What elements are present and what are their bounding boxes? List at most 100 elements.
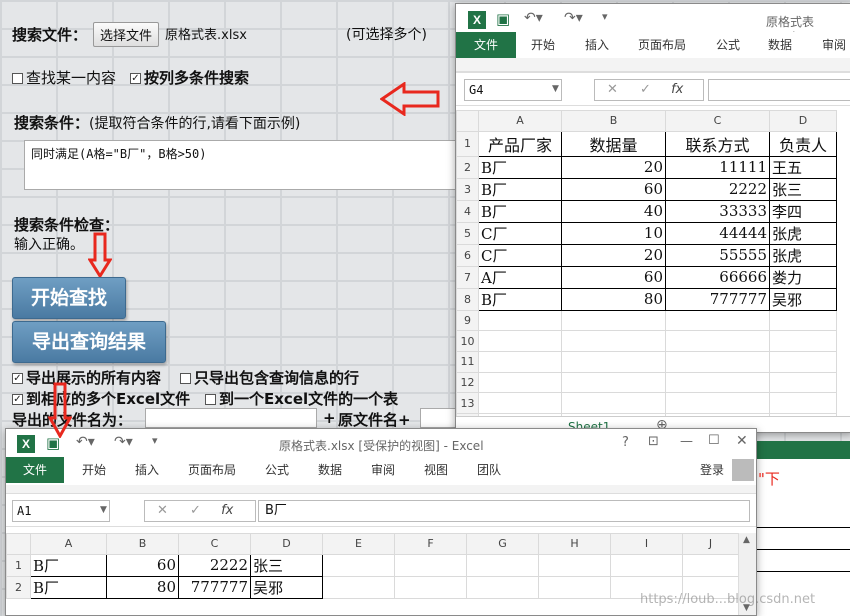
cell[interactable]: A厂	[478, 265, 562, 289]
cell[interactable]	[322, 575, 395, 599]
orig-name-input[interactable]	[420, 408, 460, 428]
cell[interactable]: B厂	[30, 575, 107, 599]
cell[interactable]	[561, 309, 666, 332]
cell[interactable]	[665, 309, 770, 332]
column-header[interactable]: E	[322, 533, 395, 555]
excel2-name-box[interactable]: A1	[12, 500, 110, 522]
help-button[interactable]: ?	[622, 435, 629, 450]
find-content-checkbox[interactable]	[12, 73, 23, 84]
excel1-tab-review[interactable]: 审阅	[822, 36, 846, 53]
multi-condition-checkbox[interactable]: ✓	[130, 73, 141, 84]
cell[interactable]: 王五	[769, 155, 837, 179]
maximize-icon[interactable]: ☐	[708, 433, 720, 448]
cell[interactable]: 60	[106, 553, 179, 577]
excel2-tab-review[interactable]: 审阅	[371, 461, 395, 478]
cell[interactable]	[561, 371, 666, 394]
excel1-tab-data[interactable]: 数据	[768, 36, 792, 53]
cell[interactable]	[561, 351, 666, 373]
cell[interactable]	[478, 330, 562, 353]
cell[interactable]	[665, 351, 770, 373]
cell[interactable]: 张虎	[769, 221, 837, 245]
start-search-button[interactable]: 开始查找	[12, 277, 126, 319]
row-header[interactable]: 12	[456, 371, 479, 394]
column-header[interactable]: H	[538, 533, 611, 555]
undo-icon[interactable]: ↶▾	[76, 434, 95, 450]
excel2-tab-insert[interactable]: 插入	[135, 461, 159, 478]
export-results-button[interactable]: 导出查询结果	[12, 321, 166, 363]
cell[interactable]: 20	[561, 243, 666, 267]
row-header[interactable]: 9	[456, 309, 479, 332]
row-header[interactable]: 4	[456, 199, 479, 223]
column-header[interactable]: A	[30, 533, 107, 555]
minimize-icon[interactable]: —	[680, 434, 693, 449]
qat-menu-icon[interactable]: ▾	[602, 10, 608, 23]
column-header[interactable]: G	[466, 533, 539, 555]
cell[interactable]: 44444	[665, 221, 770, 245]
cell[interactable]: B厂	[478, 287, 562, 311]
export-name-input[interactable]	[145, 408, 317, 428]
excel2-tab-home[interactable]: 开始	[82, 461, 106, 478]
row-header[interactable]: 6	[456, 243, 479, 267]
cell[interactable]: 777777	[665, 287, 770, 311]
cell[interactable]	[561, 392, 666, 415]
row-header[interactable]: 8	[456, 287, 479, 311]
column-header[interactable]: B	[106, 533, 179, 555]
excel1-formula-input[interactable]	[708, 79, 850, 101]
cell[interactable]: 娄力	[769, 265, 837, 289]
row-header[interactable]: 13	[456, 392, 479, 415]
cell[interactable]: 数据量	[561, 130, 666, 157]
cell[interactable]: 60	[561, 177, 666, 201]
cell[interactable]	[561, 330, 666, 353]
row-header[interactable]: 2	[456, 155, 479, 179]
cancel-icon[interactable]: ✕	[607, 82, 618, 97]
avatar-icon[interactable]	[732, 459, 754, 481]
excel2-tab-formula[interactable]: 公式	[265, 461, 289, 478]
confirm-icon[interactable]: ✓	[190, 503, 201, 518]
excel1-tab-file[interactable]: 文件	[456, 32, 516, 58]
cell[interactable]: 66666	[665, 265, 770, 289]
export-all-option[interactable]: ✓ 导出展示的所有内容	[12, 367, 161, 388]
excel1-tab-insert[interactable]: 插入	[585, 36, 609, 53]
row-header[interactable]: 1	[6, 553, 31, 577]
cell[interactable]	[769, 330, 837, 353]
cell[interactable]	[769, 392, 837, 415]
excel1-tab-layout[interactable]: 页面布局	[638, 36, 686, 53]
cell[interactable]: 777777	[178, 575, 251, 599]
column-header[interactable]: A	[478, 110, 562, 132]
redo-icon[interactable]: ↷▾	[564, 10, 583, 26]
excel1-grid[interactable]: A B C D 1 产品厂家 数据量 联系方式 负责人 2 B厂 20 11111 王五 3 B厂 60 2222…	[456, 110, 837, 432]
cell[interactable]: 60	[561, 265, 666, 289]
qat-menu-icon[interactable]: ▾	[152, 434, 158, 447]
scroll-up-icon[interactable]: ▲	[743, 535, 750, 545]
save-icon[interactable]: ▣	[496, 10, 510, 28]
column-header[interactable]: D	[769, 110, 837, 132]
select-all-corner[interactable]	[6, 533, 31, 555]
column-header[interactable]: D	[250, 533, 323, 555]
cell[interactable]: 张三	[250, 553, 323, 577]
find-content-option[interactable]: 查找某一内容	[12, 67, 116, 88]
cell[interactable]	[478, 371, 562, 394]
cell[interactable]: B厂	[30, 553, 107, 577]
cell[interactable]: 张虎	[769, 243, 837, 267]
cell[interactable]	[394, 575, 467, 599]
cell[interactable]	[665, 330, 770, 353]
fx-icon[interactable]: fx	[671, 82, 683, 97]
excel2-tab-layout[interactable]: 页面布局	[188, 461, 236, 478]
cell[interactable]	[665, 371, 770, 394]
excel2-namebox-dropdown-icon[interactable]: ▼	[100, 505, 107, 515]
row-header[interactable]: 3	[456, 177, 479, 201]
one-file-option[interactable]: 到一个Excel文件的一个表	[205, 388, 398, 409]
excel2-tab-team[interactable]: 团队	[477, 461, 501, 478]
cell[interactable]	[466, 575, 539, 599]
cell[interactable]: C厂	[478, 221, 562, 245]
cell[interactable]	[538, 575, 611, 599]
cell[interactable]: 10	[561, 221, 666, 245]
row-header[interactable]: 10	[456, 330, 479, 353]
cell[interactable]	[610, 553, 683, 577]
one-file-checkbox[interactable]	[205, 394, 216, 405]
cell[interactable]	[682, 553, 739, 577]
cell[interactable]: 80	[106, 575, 179, 599]
cell[interactable]: 2222	[178, 553, 251, 577]
cell[interactable]: 33333	[665, 199, 770, 223]
row-header[interactable]: 2	[6, 575, 31, 599]
